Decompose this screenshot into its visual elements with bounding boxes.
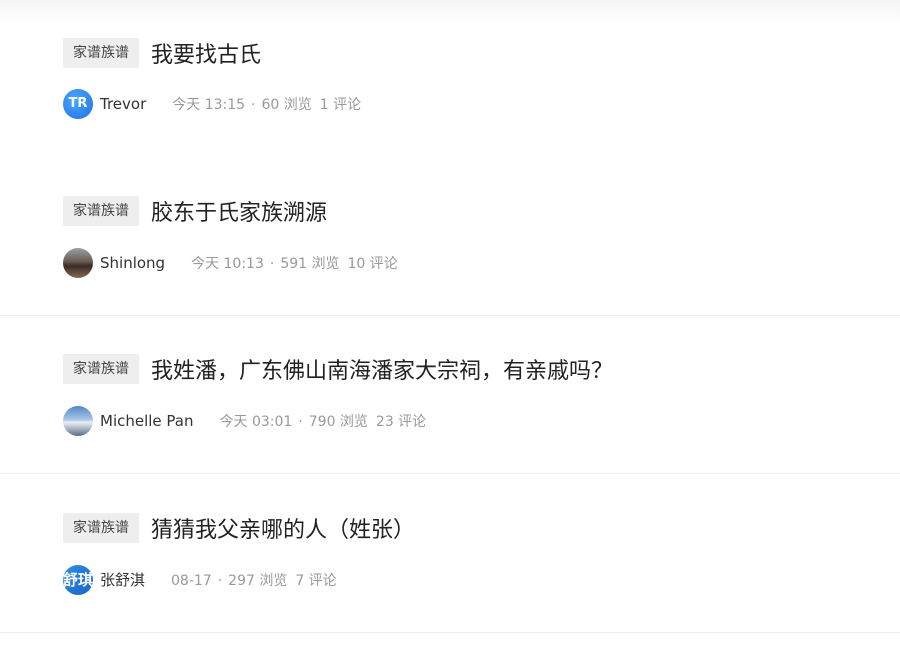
- category-tag[interactable]: 家谱族谱: [63, 38, 139, 68]
- view-count: 591 浏览: [280, 255, 340, 272]
- post-title-row: 家谱族谱 我姓潘，广东佛山南海潘家大宗祠，有亲戚吗？: [63, 354, 613, 384]
- post-item[interactable]: 家谱族谱 胶东于氏家族溯源 Shinlong 今天 10:13 · 591 浏览 10…: [0, 158, 900, 316]
- avatar-initials: TR: [68, 96, 88, 111]
- avatar[interactable]: [63, 405, 93, 436]
- post-title[interactable]: 我姓潘，广东佛山南海潘家大宗祠，有亲戚吗？: [151, 353, 613, 385]
- post-title-row: 家谱族谱 猜猜我父亲哪的人（姓张）: [63, 513, 415, 543]
- category-tag[interactable]: 家谱族谱: [63, 513, 139, 543]
- separator-dot: ·: [217, 572, 223, 589]
- view-count: 60 浏览: [261, 96, 312, 113]
- avatar[interactable]: TR: [63, 88, 93, 119]
- comment-count: 1 评论: [319, 96, 362, 113]
- post-meta-row: TR Trevor 今天 13:15 · 60 浏览 1 评论: [63, 88, 361, 119]
- post-title[interactable]: 胶东于氏家族溯源: [151, 195, 327, 227]
- separator-dot: ·: [269, 255, 275, 272]
- post-stats: 今天 13:15 · 60 浏览 1 评论: [172, 94, 361, 114]
- post-meta-row: Michelle Pan 今天 03:01 · 790 浏览 23 评论: [63, 405, 426, 436]
- post-meta-row: 舒琪 张舒淇 08-17 · 297 浏览 7 评论: [63, 564, 337, 595]
- post-title[interactable]: 猜猜我父亲哪的人（姓张）: [151, 512, 415, 544]
- post-title-row: 家谱族谱 我要找古氏: [63, 38, 261, 68]
- post-title[interactable]: 我要找古氏: [151, 37, 261, 69]
- post-time: 今天 03:01: [219, 413, 293, 430]
- comment-count: 23 评论: [375, 413, 427, 430]
- post-title-row: 家谱族谱 胶东于氏家族溯源: [63, 196, 327, 226]
- avatar-initials: 舒琪: [63, 571, 93, 589]
- author-name[interactable]: Shinlong: [100, 254, 165, 272]
- comment-count: 7 评论: [295, 572, 337, 589]
- view-count: 790 浏览: [308, 413, 368, 430]
- post-stats: 08-17 · 297 浏览 7 评论: [171, 570, 337, 590]
- avatar[interactable]: [63, 247, 93, 278]
- post-item[interactable]: 家谱族谱 我要找古氏 TR Trevor 今天 13:15 · 60 浏览 1 评论: [0, 0, 900, 158]
- post-item[interactable]: 家谱族谱 我姓潘，广东佛山南海潘家大宗祠，有亲戚吗？ Michelle Pan …: [0, 316, 900, 474]
- separator-dot: ·: [251, 96, 256, 113]
- post-meta-row: Shinlong 今天 10:13 · 591 浏览 10 评论: [63, 247, 398, 278]
- category-tag[interactable]: 家谱族谱: [63, 196, 139, 226]
- post-time: 今天 13:15: [172, 96, 246, 113]
- author-name[interactable]: Trevor: [100, 95, 146, 113]
- post-stats: 今天 03:01 · 790 浏览 23 评论: [220, 411, 427, 431]
- avatar[interactable]: 舒琪: [63, 564, 93, 595]
- post-time: 今天 10:13: [191, 255, 264, 272]
- post-time: 08-17: [171, 572, 212, 589]
- post-stats: 今天 10:13 · 591 浏览 10 评论: [191, 253, 398, 273]
- author-name[interactable]: Michelle Pan: [100, 412, 194, 430]
- post-item[interactable]: 家谱族谱 猜猜我父亲哪的人（姓张） 舒琪 张舒淇 08-17 · 297 浏览 7 评…: [0, 475, 900, 633]
- category-tag[interactable]: 家谱族谱: [63, 354, 139, 384]
- view-count: 297 浏览: [228, 572, 288, 589]
- separator-dot: ·: [298, 413, 303, 430]
- author-name[interactable]: 张舒淇: [100, 569, 145, 590]
- comment-count: 10 评论: [347, 255, 398, 272]
